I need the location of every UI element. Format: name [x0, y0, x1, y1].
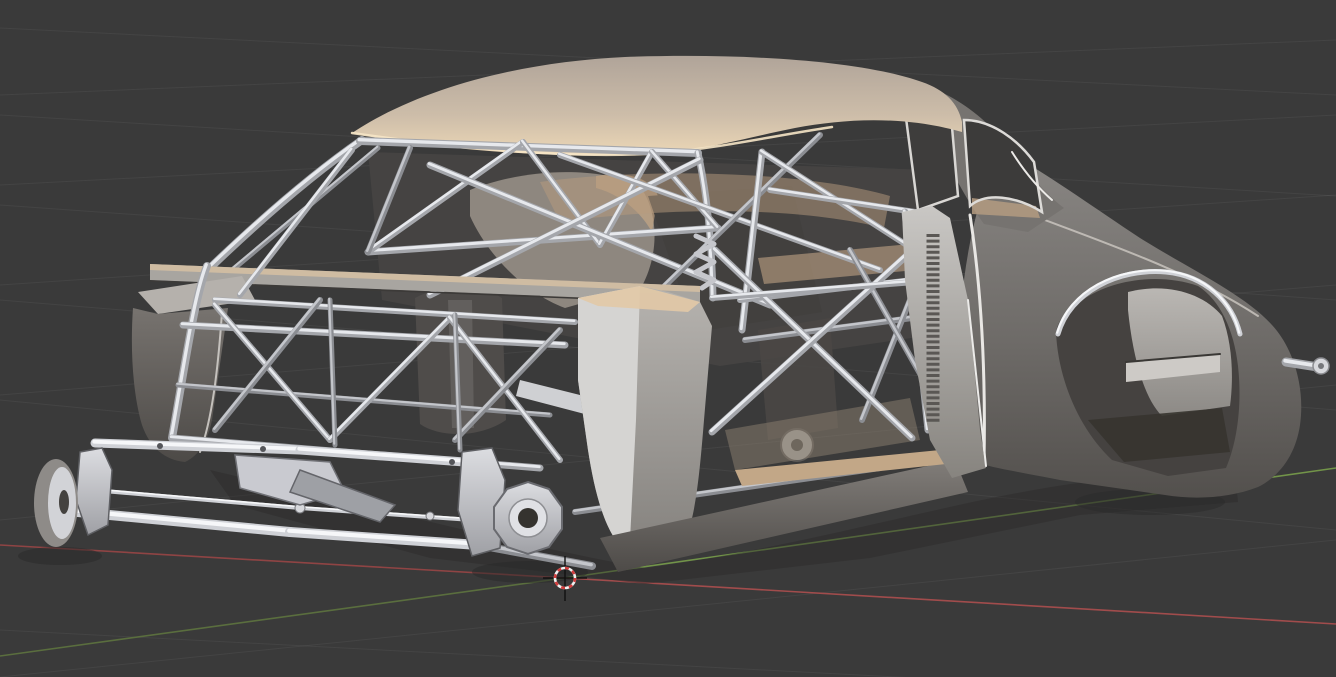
arm-bolt[interactable] — [449, 459, 455, 465]
left-hub-bore[interactable] — [59, 490, 69, 514]
tie-rod-joint[interactable] — [425, 511, 435, 521]
arm-bolt[interactable] — [157, 443, 163, 449]
stub-axle-bore[interactable] — [1318, 363, 1324, 369]
hub-shadow — [18, 547, 102, 565]
right-hub-bore[interactable] — [518, 508, 538, 528]
viewport-canvas[interactable] — [0, 0, 1336, 677]
3d-viewport[interactable] — [0, 0, 1336, 677]
arm-bolt[interactable] — [260, 446, 266, 452]
